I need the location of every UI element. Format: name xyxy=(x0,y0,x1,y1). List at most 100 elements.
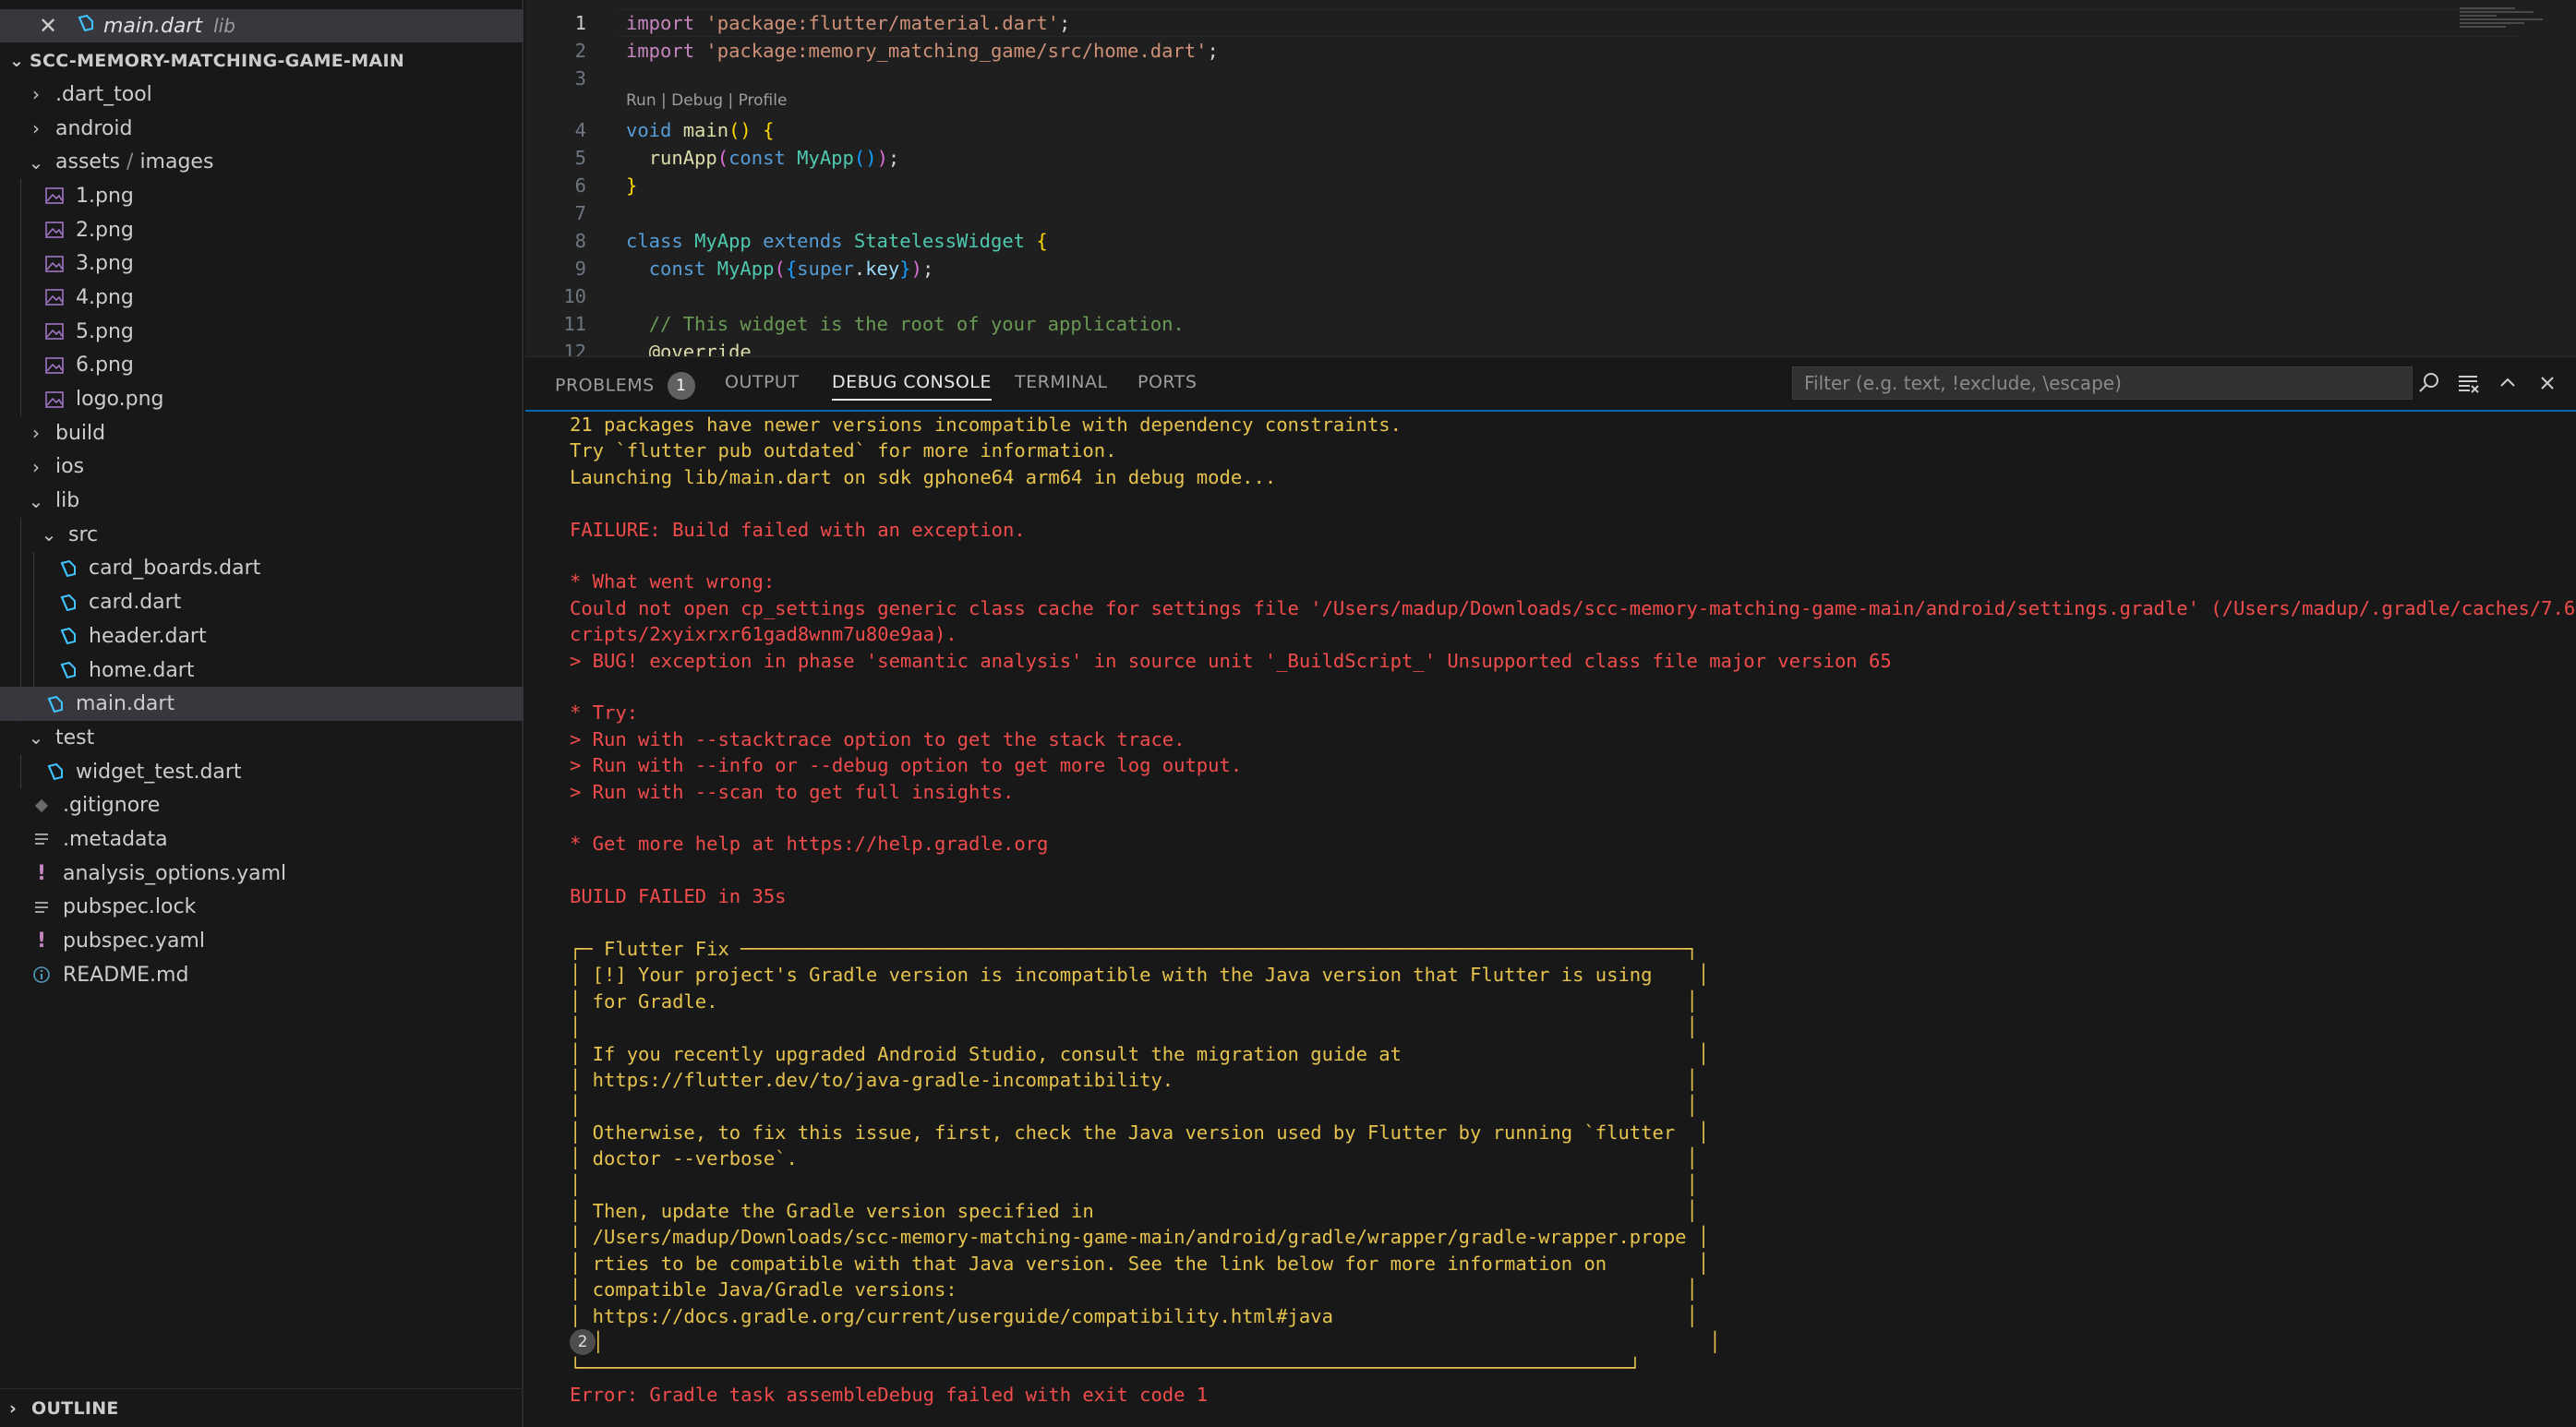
tree-item-label-text: lib xyxy=(55,489,80,513)
yaml-file-icon: ! xyxy=(36,929,47,953)
dart-file-icon xyxy=(57,593,78,613)
chevron-down-icon: ⌄ xyxy=(28,726,44,749)
tree-file[interactable]: ! pubspec.yaml xyxy=(0,924,524,958)
code-line[interactable]: 9 const MyApp({super.key}); xyxy=(525,255,2576,282)
outline-section-header[interactable]: › OUTLINE xyxy=(0,1388,524,1427)
console-filter-input[interactable] xyxy=(1792,366,2413,400)
repeat-count-badge: 2 xyxy=(570,1329,596,1355)
project-root-folder[interactable]: ⌄ SCC-MEMORY-MATCHING-GAME-MAIN xyxy=(0,44,524,78)
tree-file[interactable]: 5.png xyxy=(0,314,524,349)
open-editor-tab[interactable]: ✕ main.dart lib xyxy=(0,9,524,42)
code-text: const MyApp({super.key}); xyxy=(648,258,934,280)
console-line: └───────────────────────────────────────… xyxy=(570,1357,1642,1380)
tree-item-label: 4.png xyxy=(76,286,134,309)
console-line: │ doctor --verbose`. │ xyxy=(570,1147,1698,1170)
tree-file[interactable]: pubspec.lock xyxy=(0,891,524,925)
search-icon[interactable] xyxy=(2416,370,2442,396)
tree-file[interactable]: logo.png xyxy=(0,382,524,416)
debug-console-output[interactable]: 21 packages have newer versions incompat… xyxy=(525,412,2576,1427)
tree-item-label: 1.png xyxy=(76,185,134,208)
tree-file[interactable]: 1.png xyxy=(0,179,524,213)
tab-terminal[interactable]: TERMINAL xyxy=(1015,372,1108,392)
tree-file[interactable]: card_boards.dart xyxy=(0,551,524,586)
tree-folder[interactable]: › ios xyxy=(0,450,524,485)
outline-label: OUTLINE xyxy=(31,1397,119,1419)
tab-problems[interactable]: PROBLEMS 1 xyxy=(555,372,695,400)
code-line[interactable]: 4 void main() { xyxy=(525,116,2576,144)
tree-folder[interactable]: ⌄ lib xyxy=(0,484,524,518)
console-line: │ Then, update the Gradle version specif… xyxy=(570,1200,1698,1222)
indent-guide xyxy=(20,551,21,586)
console-line: ┌─ Flutter Fix ─────────────────────────… xyxy=(570,938,1698,960)
code-text: class MyApp extends StatelessWidget { xyxy=(626,230,1048,252)
indent-guide xyxy=(33,619,34,654)
console-line: > Run with --scan to get full insights. xyxy=(570,780,1015,803)
indent-guide xyxy=(33,551,34,586)
tree-item-label: home.dart xyxy=(89,659,194,682)
indent-guide xyxy=(20,619,21,654)
tab-problems-label: PROBLEMS xyxy=(555,375,655,396)
close-panel-icon[interactable] xyxy=(2534,370,2560,396)
image-file-icon xyxy=(44,355,65,376)
code-line[interactable]: 11 // This widget is the root of your ap… xyxy=(525,310,2576,338)
code-text: } xyxy=(626,174,638,197)
tree-file[interactable]: .gitignore xyxy=(0,788,524,822)
tab-ports[interactable]: PORTS xyxy=(1138,372,1197,392)
tree-folder[interactable]: ⌄ test xyxy=(0,721,524,755)
console-line: > Run with --stacktrace option to get th… xyxy=(570,727,1186,750)
clear-console-icon[interactable] xyxy=(2455,370,2481,396)
tree-file[interactable]: README.md xyxy=(0,958,524,992)
tree-file[interactable]: 2.png xyxy=(0,212,524,247)
line-number: 12 xyxy=(563,341,586,356)
tree-file[interactable]: 4.png xyxy=(0,281,524,315)
code-editor[interactable]: 1 import 'package:flutter/material.dart';… xyxy=(525,0,2576,356)
tree-file[interactable]: card.dart xyxy=(0,585,524,619)
tree-item-label: src xyxy=(68,523,98,546)
console-line: │ │ xyxy=(570,1331,1721,1353)
tree-folder[interactable]: › build xyxy=(0,416,524,450)
tree-item-label: test xyxy=(55,726,94,749)
tree-file[interactable]: main.dart xyxy=(0,687,524,722)
chevron-right-icon: › xyxy=(9,1397,18,1419)
code-line[interactable]: 2 import 'package:memory_matching_game/sr… xyxy=(525,37,2576,65)
code-line[interactable]: 10 xyxy=(525,282,2576,310)
tree-item-label-text: .dart_tool xyxy=(55,82,152,106)
line-number: 5 xyxy=(574,147,586,169)
file-tree: › .dart_tool › android ⌄ assets / images 1.png… xyxy=(0,78,524,992)
console-line: FAILURE: Build failed with an exception. xyxy=(570,518,1026,541)
code-line[interactable]: 5 runApp(const MyApp()); xyxy=(525,144,2576,172)
tab-output[interactable]: OUTPUT xyxy=(725,372,799,392)
tree-folder[interactable]: › android xyxy=(0,112,524,146)
tree-file[interactable]: home.dart xyxy=(0,653,524,688)
tree-item-label: 6.png xyxy=(76,354,134,377)
console-line: │ /Users/madup/Downloads/scc-memory-matc… xyxy=(570,1226,1710,1249)
line-number: 7 xyxy=(574,202,586,224)
code-line[interactable]: 1 import 'package:flutter/material.dart'; xyxy=(525,9,2576,37)
close-icon[interactable]: ✕ xyxy=(39,13,57,39)
tree-file[interactable]: .metadata xyxy=(0,822,524,857)
tree-file[interactable]: 6.png xyxy=(0,348,524,383)
tree-file[interactable]: header.dart xyxy=(0,619,524,654)
tree-item-label-text: pubspec.lock xyxy=(63,895,197,919)
image-file-icon xyxy=(44,321,65,342)
code-line[interactable]: 6} xyxy=(525,172,2576,199)
tree-item-label-text: analysis_options.yaml xyxy=(63,861,287,885)
code-line[interactable]: 7 xyxy=(525,199,2576,227)
code-line[interactable]: 12 @override xyxy=(525,338,2576,356)
indent-guide xyxy=(20,179,21,213)
codelens-run-debug-profile[interactable]: Run | Debug | Profile xyxy=(626,91,787,110)
tree-file[interactable]: 3.png xyxy=(0,246,524,282)
code-line[interactable]: 8 class MyApp extends StatelessWidget { xyxy=(525,227,2576,255)
code-text: void main() { xyxy=(626,119,775,141)
tab-debug-console[interactable]: DEBUG CONSOLE xyxy=(832,372,992,401)
maximize-panel-icon[interactable] xyxy=(2495,370,2521,396)
tree-folder[interactable]: ⌄ src xyxy=(0,517,524,552)
code-line[interactable]: 3 xyxy=(525,65,2576,92)
tree-item-label: 2.png xyxy=(76,219,134,242)
tree-folder[interactable]: › .dart_tool xyxy=(0,78,524,112)
tree-file[interactable]: widget_test.dart xyxy=(0,754,524,789)
indent-guide xyxy=(33,585,34,619)
tree-file[interactable]: ! analysis_options.yaml xyxy=(0,857,524,891)
tree-folder[interactable]: ⌄ assets / images xyxy=(0,145,524,179)
console-line: │ │ xyxy=(570,1173,1698,1196)
